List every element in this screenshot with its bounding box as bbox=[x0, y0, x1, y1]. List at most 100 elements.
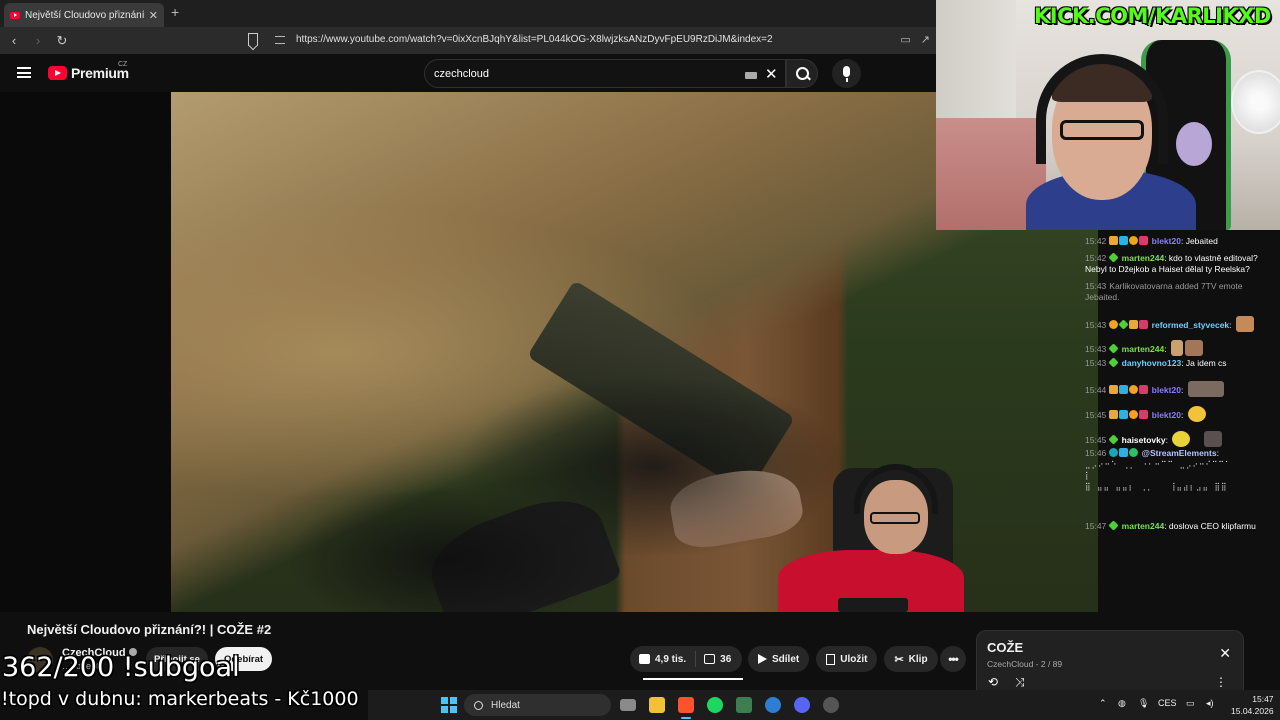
share-button[interactable]: Sdílet bbox=[748, 646, 810, 672]
reader-view-icon[interactable]: ▭ bbox=[900, 33, 910, 46]
glasses bbox=[1060, 120, 1144, 140]
input-language[interactable]: CES bbox=[1158, 698, 1177, 708]
task-view-icon[interactable] bbox=[620, 699, 636, 711]
chat-message: 15:46 @StreamElements: ⣀⡠⠔⠒⠑ ⢀⡀ ⠐⠂⠒⠉⠉ ⣀⡠… bbox=[1085, 448, 1275, 492]
like-dislike-group: 4,9 tis. 36 bbox=[630, 646, 742, 672]
search-input[interactable] bbox=[434, 66, 734, 82]
sub-badge-icon bbox=[1139, 410, 1149, 419]
chat-message: 15:45 blekt20: bbox=[1085, 406, 1275, 422]
playlist-panel: COŽE CzechCloud - 2 / 89 ✕ ⟲ ⤨ ⋮ bbox=[976, 630, 1244, 690]
loop-icon[interactable]: ⟲ bbox=[988, 675, 998, 689]
url-field[interactable]: https://www.youtube.com/watch?v=0ixXcnBJ… bbox=[296, 34, 773, 45]
steam-icon[interactable] bbox=[823, 697, 839, 713]
browser-tabstrip: Největší Cloudovo přiznání?! ✕ + bbox=[0, 0, 936, 27]
tab-close-icon[interactable]: ✕ bbox=[149, 9, 158, 22]
more-actions-button[interactable]: ••• bbox=[940, 646, 966, 672]
discord-icon[interactable] bbox=[794, 697, 810, 713]
plush-toy bbox=[1176, 122, 1212, 166]
video-facecam bbox=[778, 458, 964, 612]
mod-badge-icon bbox=[1119, 448, 1129, 457]
player-letterbox bbox=[0, 92, 171, 612]
grid-badge-icon bbox=[1119, 385, 1129, 394]
monitor-icon[interactable]: ▭ bbox=[1186, 698, 1195, 709]
playlist-title[interactable]: COŽE bbox=[987, 640, 1023, 655]
crown-badge-icon bbox=[1109, 236, 1119, 245]
network-status-icon[interactable]: ◍ bbox=[1118, 698, 1126, 709]
search-box: ✕ bbox=[424, 59, 786, 88]
like-button[interactable]: 4,9 tis. bbox=[630, 651, 697, 667]
volume-icon[interactable]: ◂) bbox=[1206, 698, 1214, 709]
like-indicator bbox=[643, 678, 743, 680]
emote-image bbox=[1187, 406, 1206, 422]
bookmark-icon[interactable] bbox=[248, 33, 258, 46]
youtube-header: Premium CZ ✕ bbox=[0, 54, 936, 92]
browser-tab[interactable]: Největší Cloudovo přiznání?! ✕ bbox=[4, 3, 164, 27]
shuffle-icon[interactable]: ⤨ bbox=[1015, 675, 1025, 690]
voice-search-button[interactable] bbox=[832, 59, 861, 88]
close-icon[interactable]: ✕ bbox=[1219, 645, 1231, 662]
video-actions: Sdílet Uložit ✂ Klip bbox=[748, 646, 938, 672]
scissors-icon: ✂ bbox=[894, 653, 904, 666]
gem-badge-icon bbox=[1108, 520, 1119, 531]
reload-icon[interactable]: ↻ bbox=[52, 33, 72, 49]
search-button[interactable] bbox=[786, 59, 818, 88]
windows-start-icon[interactable] bbox=[441, 697, 457, 713]
chat-message: 15:43 reformed_styvecek: bbox=[1085, 316, 1275, 332]
youtube-favicon-icon bbox=[10, 11, 20, 19]
brave-browser-icon[interactable] bbox=[678, 697, 694, 713]
microphone-icon[interactable]: 🎙 bbox=[1138, 698, 1149, 709]
menu-icon[interactable] bbox=[17, 67, 31, 78]
share-icon bbox=[758, 654, 767, 664]
verified-badge-icon bbox=[1129, 448, 1139, 457]
clear-search-icon[interactable]: ✕ bbox=[765, 65, 778, 83]
box-badge-icon bbox=[1129, 320, 1139, 329]
coin-badge-icon bbox=[1129, 236, 1139, 245]
share-page-icon[interactable]: ↗ bbox=[921, 33, 930, 46]
document-app-icon[interactable] bbox=[736, 697, 752, 713]
gem-badge-icon bbox=[1108, 343, 1119, 354]
top-donation-overlay: !topd v dubnu: markerbeats - Kč1000 bbox=[1, 688, 359, 710]
chat-message: 15:43 marten244: bbox=[1085, 340, 1275, 356]
taskbar-search[interactable]: Hledat bbox=[464, 694, 611, 716]
chat-message: 15:43 danyhovno123: Ja idem cs bbox=[1085, 357, 1227, 368]
back-icon[interactable]: ‹ bbox=[4, 33, 24, 48]
taskbar-clock[interactable]: 15:47 15.04.2026 bbox=[1231, 693, 1274, 717]
new-tab-button[interactable]: + bbox=[171, 4, 179, 20]
subgoal-overlay: 362/200 !subgoal bbox=[2, 652, 240, 683]
thumbs-down-icon bbox=[704, 654, 716, 664]
bookmark-save-icon bbox=[826, 653, 836, 665]
robot-badge-icon bbox=[1109, 448, 1119, 457]
emote-image bbox=[1184, 340, 1203, 356]
keyboard-icon[interactable] bbox=[745, 72, 757, 79]
file-explorer-icon[interactable] bbox=[649, 697, 665, 713]
video-title: Největší Cloudovo přiznání?! | COŽE #2 bbox=[27, 622, 272, 637]
gem-badge-icon bbox=[1118, 319, 1129, 330]
coin-badge-icon bbox=[1129, 410, 1139, 419]
site-settings-icon[interactable] bbox=[275, 36, 285, 44]
chat-system-message: 15:43 Karlikovatovarna added 7TV emote Je… bbox=[1085, 281, 1243, 302]
more-vertical-icon[interactable]: ⋮ bbox=[1215, 675, 1227, 689]
tray-overflow-icon[interactable]: ⌃ bbox=[1099, 698, 1107, 709]
chat-message: 15:44 blekt20: bbox=[1085, 381, 1275, 397]
ccleaner-icon[interactable] bbox=[765, 697, 781, 713]
emote-image bbox=[1187, 381, 1224, 397]
coin-badge-icon bbox=[1129, 385, 1139, 394]
spotify-icon[interactable] bbox=[707, 697, 723, 713]
youtube-premium-logo[interactable]: Premium CZ bbox=[48, 61, 129, 81]
chat-message: 15:45 haisetovky: bbox=[1085, 431, 1275, 447]
addressbar-actions: ▭ ↗ bbox=[900, 33, 930, 46]
emote-image bbox=[1235, 316, 1254, 332]
crown-badge-icon bbox=[1109, 385, 1119, 394]
dislike-button[interactable]: 36 bbox=[696, 654, 731, 665]
playlist-meta: CzechCloud - 2 / 89 bbox=[987, 659, 1063, 669]
active-app-indicator bbox=[681, 717, 691, 719]
tab-title: Největší Cloudovo přiznání?! bbox=[25, 9, 144, 21]
gem-badge-icon bbox=[1108, 357, 1119, 368]
clip-button[interactable]: ✂ Klip bbox=[884, 646, 938, 672]
coin-badge-icon bbox=[1109, 320, 1119, 329]
forward-icon[interactable]: › bbox=[28, 33, 48, 48]
shirt-logo bbox=[838, 598, 908, 612]
kick-url-overlay: KICK.COM/KARLIKXD bbox=[1034, 4, 1271, 28]
save-button[interactable]: Uložit bbox=[816, 646, 878, 672]
headset bbox=[1036, 54, 1168, 164]
